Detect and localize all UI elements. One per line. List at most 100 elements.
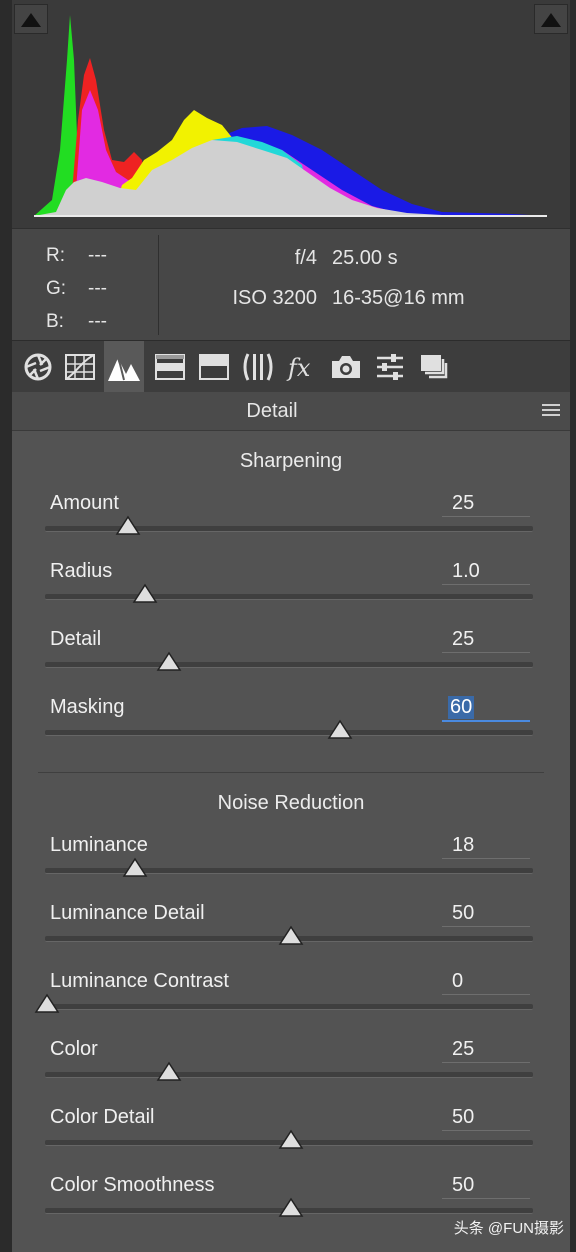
menu-icon[interactable] bbox=[542, 404, 560, 418]
masking-label: Masking bbox=[50, 696, 125, 718]
luminance-detail-field[interactable]: 50 bbox=[442, 900, 530, 927]
tab-lens-corrections[interactable] bbox=[238, 341, 278, 393]
color-detail-control: Color Detail 50 bbox=[12, 1106, 570, 1174]
triangle-up-icon bbox=[541, 13, 561, 27]
tab-basic[interactable] bbox=[18, 341, 58, 393]
luminance-detail-slider-thumb[interactable] bbox=[278, 924, 304, 946]
radius-slider-track[interactable] bbox=[45, 594, 533, 600]
luminance-slider-track[interactable] bbox=[45, 868, 533, 874]
shadow-clipping-warning-button[interactable] bbox=[14, 4, 48, 34]
tab-snapshots[interactable] bbox=[414, 341, 454, 393]
color-control: Color 25 bbox=[12, 1038, 570, 1106]
amount-control: Amount 25 bbox=[12, 492, 570, 560]
color-smoothness-label: Color Smoothness bbox=[50, 1174, 215, 1196]
tab-detail[interactable] bbox=[104, 341, 144, 393]
amount-field[interactable]: 25 bbox=[442, 490, 530, 517]
panel-tabs: fx bbox=[12, 340, 570, 394]
luminance-control: Luminance 18 bbox=[12, 834, 570, 902]
color-detail-value: 50 bbox=[452, 1106, 475, 1128]
amount-value: 25 bbox=[452, 492, 475, 514]
luminance-contrast-slider-track[interactable] bbox=[45, 1004, 533, 1010]
masking-value: 60 bbox=[448, 696, 475, 719]
amount-slider-thumb[interactable] bbox=[115, 514, 141, 536]
color-detail-label: Color Detail bbox=[50, 1106, 155, 1128]
panel-title: Detail bbox=[246, 400, 298, 422]
radius-control: Radius 1.0 bbox=[12, 560, 570, 628]
detail-slider-track[interactable] bbox=[45, 662, 533, 668]
amount-label: Amount bbox=[50, 492, 119, 514]
masking-slider-thumb[interactable] bbox=[327, 718, 353, 740]
iso: ISO 3200 bbox=[232, 287, 317, 309]
detail-field[interactable]: 25 bbox=[442, 626, 530, 653]
g-value: --- bbox=[88, 278, 107, 299]
luminance-field[interactable]: 18 bbox=[442, 832, 530, 859]
color-label: Color bbox=[50, 1038, 98, 1060]
detail-mountains-icon bbox=[108, 357, 140, 381]
noise-reduction-title: Noise Reduction bbox=[217, 792, 365, 814]
masking-control: Masking 60 bbox=[12, 696, 570, 764]
svg-text:fx: fx bbox=[286, 354, 311, 382]
tab-split-toning[interactable] bbox=[194, 341, 234, 393]
detail-control: Detail 25 bbox=[12, 628, 570, 696]
divider bbox=[158, 235, 159, 335]
camera-icon bbox=[332, 356, 360, 378]
lens-focal-length: 16-35@16 mm bbox=[332, 287, 465, 309]
luminance-contrast-value: 0 bbox=[452, 970, 464, 992]
radius-value: 1.0 bbox=[452, 560, 480, 582]
color-smoothness-slider-thumb[interactable] bbox=[278, 1196, 304, 1218]
split-toning-icon bbox=[199, 354, 229, 380]
section-divider bbox=[38, 772, 544, 773]
fx-icon: fx bbox=[286, 354, 311, 382]
snapshots-icon bbox=[421, 355, 448, 379]
luminance-contrast-slider-thumb[interactable] bbox=[34, 992, 60, 1014]
luminance-detail-control: Luminance Detail 50 bbox=[12, 902, 570, 970]
watermark: 头条 @FUN摄影 bbox=[453, 1220, 564, 1237]
shutter-speed: 25.00 s bbox=[332, 247, 398, 269]
luminance-slider-thumb[interactable] bbox=[122, 856, 148, 878]
color-field[interactable]: 25 bbox=[442, 1036, 530, 1063]
hsl-icon bbox=[155, 354, 185, 380]
tone-curve-icon bbox=[65, 354, 95, 380]
b-label: B: bbox=[46, 311, 64, 332]
histogram bbox=[12, 0, 570, 228]
color-slider-thumb[interactable] bbox=[156, 1060, 182, 1082]
radius-slider-thumb[interactable] bbox=[132, 582, 158, 604]
masking-field[interactable]: 60 bbox=[442, 694, 530, 722]
color-detail-slider-thumb[interactable] bbox=[278, 1128, 304, 1150]
tab-camera-calibration[interactable] bbox=[326, 341, 366, 393]
luminance-detail-value: 50 bbox=[452, 902, 475, 924]
color-smoothness-value: 50 bbox=[452, 1174, 475, 1196]
r-value: --- bbox=[88, 245, 107, 266]
radius-label: Radius bbox=[50, 560, 113, 582]
rgb-readout: R: --- G: --- B: --- bbox=[46, 239, 107, 338]
tab-tone-curve[interactable] bbox=[60, 341, 100, 393]
radius-field[interactable]: 1.0 bbox=[442, 558, 530, 585]
luminance-contrast-label: Luminance Contrast bbox=[50, 970, 229, 992]
luminance-contrast-control: Luminance Contrast 0 bbox=[12, 970, 570, 1038]
triangle-up-icon bbox=[21, 13, 41, 27]
color-smoothness-field[interactable]: 50 bbox=[442, 1172, 530, 1199]
b-value: --- bbox=[88, 311, 107, 332]
detail-value: 25 bbox=[452, 628, 475, 650]
sharpening-title: Sharpening bbox=[239, 450, 343, 472]
luminance-label: Luminance bbox=[50, 834, 148, 856]
detail-slider-thumb[interactable] bbox=[156, 650, 182, 672]
r-label: R: bbox=[46, 245, 65, 266]
luminance-detail-label: Luminance Detail bbox=[50, 902, 205, 924]
sliders-icon bbox=[377, 354, 403, 380]
luminance-value: 18 bbox=[452, 834, 475, 856]
highlight-clipping-warning-button[interactable] bbox=[534, 4, 568, 34]
color-detail-field[interactable]: 50 bbox=[442, 1104, 530, 1131]
detail-label: Detail bbox=[50, 628, 102, 650]
g-label: G: bbox=[46, 278, 67, 299]
tab-hsl[interactable] bbox=[150, 341, 190, 393]
color-slider-track[interactable] bbox=[45, 1072, 533, 1078]
exif-info: f/4 25.00 s ISO 3200 16-35@16 mm bbox=[172, 247, 552, 327]
tab-presets[interactable] bbox=[370, 341, 410, 393]
histogram-graph bbox=[34, 15, 547, 217]
tab-effects[interactable]: fx bbox=[282, 341, 322, 393]
color-value: 25 bbox=[452, 1038, 475, 1060]
masking-slider-track[interactable] bbox=[45, 730, 533, 736]
luminance-contrast-field[interactable]: 0 bbox=[442, 968, 530, 995]
aperture-icon bbox=[24, 353, 52, 381]
